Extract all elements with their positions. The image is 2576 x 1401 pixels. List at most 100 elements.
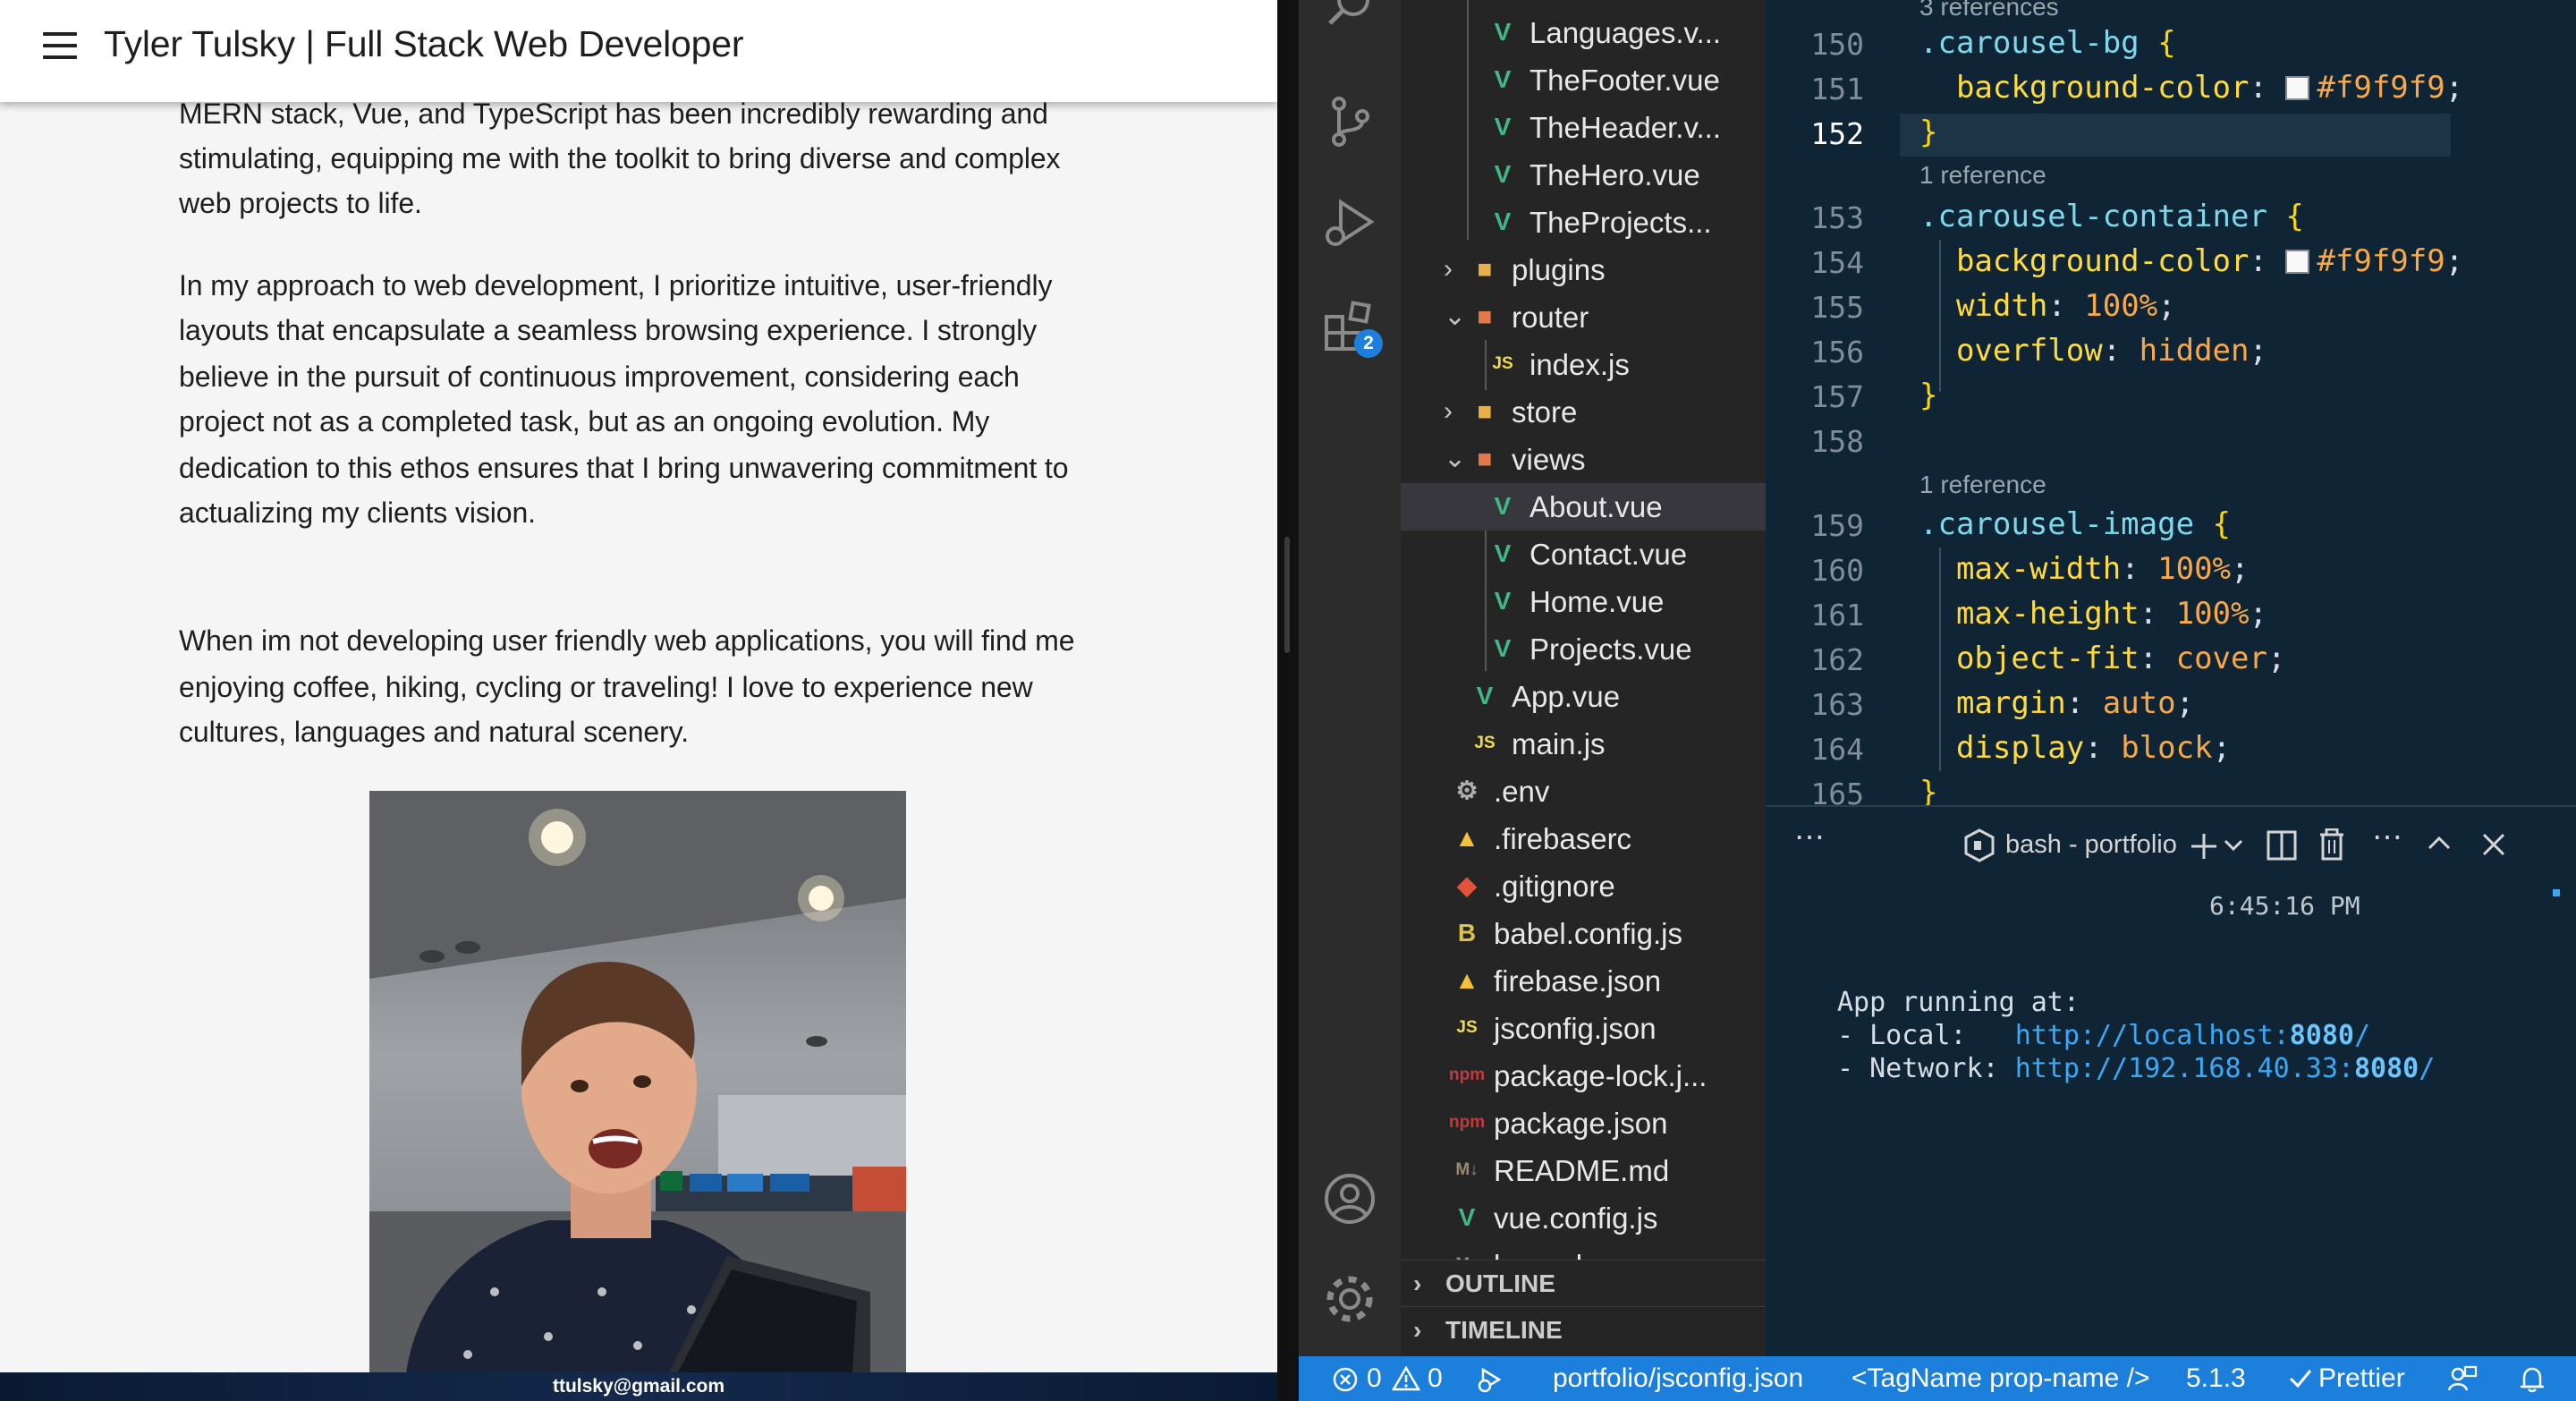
footer-email-link[interactable]: ttulsky@gmail.com xyxy=(553,1376,724,1397)
color-swatch[interactable] xyxy=(2285,250,2310,274)
network-url-link[interactable]: http://192.168.40.33:8080/ xyxy=(2015,1053,2436,1084)
line-number: 159 xyxy=(1810,508,1864,543)
error-icon[interactable] xyxy=(1333,1367,1358,1392)
explorer-item[interactable]: V Home.vue xyxy=(1401,578,1766,625)
warning-count[interactable]: 0 xyxy=(1428,1363,1443,1395)
explorer-item[interactable]: JS index.js xyxy=(1401,341,1766,388)
explorer-item[interactable]: ◆ .gitignore xyxy=(1401,862,1766,910)
new-terminal-icon[interactable] xyxy=(2190,832,2218,861)
line-number: 154 xyxy=(1810,245,1864,280)
tagname-indicator[interactable]: <TagName prop-name /> xyxy=(1852,1363,2150,1395)
maximize-panel-icon[interactable] xyxy=(2428,836,2451,850)
color-swatch[interactable] xyxy=(2285,76,2310,100)
run-debug-icon[interactable] xyxy=(1321,195,1378,252)
explorer-item[interactable]: V App.vue xyxy=(1401,673,1766,720)
line-number: 161 xyxy=(1810,598,1864,633)
line-number: 160 xyxy=(1810,553,1864,588)
explorer-item[interactable]: V About.vue xyxy=(1401,483,1766,531)
terminal-bash-icon xyxy=(1964,828,1995,862)
window-splitter[interactable] xyxy=(1277,0,1299,1401)
paragraph-line: believe in the pursuit of continuous imp… xyxy=(179,361,1020,393)
codelens-references[interactable]: 1 reference xyxy=(1919,471,2046,499)
explorer-item[interactable]: ⌄ ■ router xyxy=(1401,293,1766,341)
terminal-line: App running at: xyxy=(1837,987,2080,1018)
live-share-icon[interactable] xyxy=(1476,1366,1508,1393)
explorer-item[interactable]: M↓ README.md xyxy=(1401,1147,1766,1194)
explorer-item-label: Contact.vue xyxy=(1530,538,1688,571)
terminal-output[interactable]: App running at: - Local: http://localhos… xyxy=(1837,986,2435,1085)
warning-icon[interactable] xyxy=(1392,1366,1420,1391)
vscode-window: 2 V Languages.v... V TheFooter.vue V TheHeade… xyxy=(1299,0,2576,1401)
indent-guide xyxy=(1939,240,1941,392)
explorer-item[interactable]: V Languages.v... xyxy=(1401,9,1766,56)
feedback-icon[interactable] xyxy=(2447,1365,2478,1394)
more-actions-icon[interactable]: ⋯ xyxy=(1794,819,1825,855)
explorer-item[interactable]: JS main.js xyxy=(1401,720,1766,768)
explorer-item[interactable]: ⌄ ■ views xyxy=(1401,436,1766,483)
paragraph-line: project not as a completed task, but as … xyxy=(179,405,990,437)
explorer-item-label: .firebaserc xyxy=(1494,822,1632,855)
line-number: 150 xyxy=(1810,27,1864,62)
code-editor[interactable]: 3 references 1 reference 1 reference 150… xyxy=(1766,0,2576,805)
explorer-item[interactable]: ▲ firebase.json xyxy=(1401,957,1766,1005)
explorer-item[interactable]: › ■ store xyxy=(1401,388,1766,436)
explorer-item-label: main.js xyxy=(1512,727,1606,760)
indent-guide xyxy=(1939,548,1941,771)
explorer-item[interactable]: V TheHeader.v... xyxy=(1401,104,1766,151)
explorer-item-label: TheHero.vue xyxy=(1530,158,1700,191)
line-number: 157 xyxy=(1810,379,1864,414)
prettier-status[interactable]: Prettier xyxy=(2318,1363,2405,1395)
current-line-highlight xyxy=(1900,114,2451,157)
terminal-tab-name[interactable]: bash - portfolio xyxy=(2005,830,2177,860)
split-terminal-icon[interactable] xyxy=(2267,830,2297,861)
line-number: 158 xyxy=(1810,424,1864,459)
splitter-handle[interactable] xyxy=(1284,537,1290,653)
outline-section[interactable]: › OUTLINE xyxy=(1401,1260,1766,1306)
explorer-item-label: README.md xyxy=(1494,1154,1670,1187)
explorer-item-label: jsconfig.json xyxy=(1494,1012,1657,1045)
firebase-icon: ▲ xyxy=(1454,824,1479,852)
explorer-item-label: TheProjects... xyxy=(1530,206,1712,239)
explorer-item[interactable]: Vvue.config.js xyxy=(1401,1194,1766,1242)
close-panel-icon[interactable] xyxy=(2481,832,2506,857)
npm-icon: npm xyxy=(1449,1066,1486,1084)
settings-gear-icon[interactable] xyxy=(1321,1270,1378,1328)
explorer-item-label: About.vue xyxy=(1530,490,1663,523)
typescript-version[interactable]: 5.1.3 xyxy=(2186,1363,2246,1395)
explorer-item-label: views xyxy=(1512,443,1586,476)
chevron-down-icon[interactable] xyxy=(2224,839,2243,852)
explorer-item[interactable]: npm package.json xyxy=(1401,1100,1766,1147)
terminal-local-label: - Local: xyxy=(1837,1020,2015,1051)
explorer-item-label: package-lock.j... xyxy=(1494,1059,1707,1092)
explorer-item[interactable]: Bbabel.config.js xyxy=(1401,910,1766,957)
extensions-badge: 2 xyxy=(1354,329,1383,358)
explorer-item[interactable]: V TheFooter.vue xyxy=(1401,56,1766,104)
explorer-item[interactable]: npm package-lock.j... xyxy=(1401,1052,1766,1100)
panel-more-icon[interactable]: ⋯ xyxy=(2372,819,2402,855)
active-file-path[interactable]: portfolio/jsconfig.json xyxy=(1553,1363,1803,1395)
hamburger-menu-icon[interactable] xyxy=(43,32,77,59)
explorer-item[interactable]: ▲ .firebaserc xyxy=(1401,815,1766,862)
search-icon[interactable] xyxy=(1321,0,1378,36)
local-url-link[interactable]: http://localhost:8080/ xyxy=(2015,1020,2370,1051)
explorer-item[interactable]: V Contact.vue xyxy=(1401,531,1766,578)
error-count[interactable]: 0 xyxy=(1367,1363,1382,1395)
explorer-item[interactable]: V TheProjects... xyxy=(1401,199,1766,246)
timeline-section[interactable]: › TIMELINE xyxy=(1401,1306,1766,1353)
explorer-item-label: Languages.v... xyxy=(1530,16,1722,49)
trash-icon[interactable] xyxy=(2318,828,2345,861)
codelens-references[interactable]: 3 references xyxy=(1919,0,2059,21)
source-control-icon[interactable] xyxy=(1321,93,1378,150)
explorer-item[interactable]: › ■ plugins xyxy=(1401,246,1766,293)
explorer-item[interactable]: JS jsconfig.json xyxy=(1401,1005,1766,1052)
js-config-icon: JS xyxy=(1456,1018,1478,1037)
explorer-item[interactable]: V TheHero.vue xyxy=(1401,151,1766,199)
code-line: } xyxy=(1919,115,1938,150)
bell-icon[interactable] xyxy=(2519,1365,2546,1394)
line-number: 163 xyxy=(1810,687,1864,722)
account-icon[interactable] xyxy=(1321,1170,1378,1227)
codelens-references[interactable]: 1 reference xyxy=(1919,161,2046,190)
explorer-item[interactable]: ⚙ .env xyxy=(1401,768,1766,815)
npm-icon: npm xyxy=(1449,1113,1486,1132)
explorer-item[interactable]: V Projects.vue xyxy=(1401,625,1766,673)
